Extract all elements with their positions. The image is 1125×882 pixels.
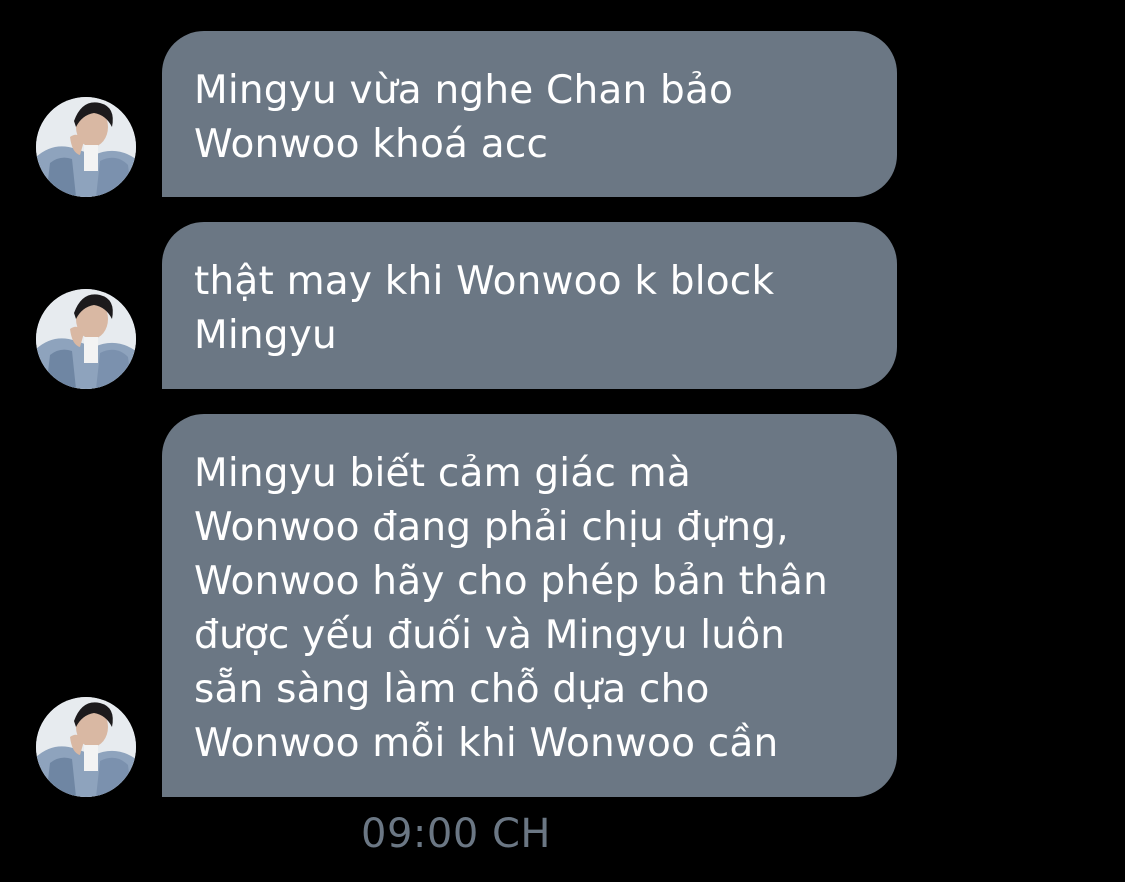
avatar[interactable] — [36, 289, 136, 389]
message-bubble[interactable]: Mingyu vừa nghe Chan bảo Wonwoo khoá acc — [162, 31, 897, 197]
message-line: Wonwoo khoá acc — [194, 122, 549, 167]
message-bubble[interactable]: thật may khi Wonwoo k block Mingyu — [162, 222, 897, 389]
message-bubble[interactable]: Mingyu biết cảm giác mà Wonwoo đang phải… — [162, 414, 897, 797]
message-line: Wonwoo hãy cho phép bản thân — [194, 559, 828, 604]
message-line: Mingyu vừa nghe Chan bảo — [194, 68, 734, 113]
message-line: được yếu đuối và Mingyu luôn — [194, 613, 786, 658]
avatar-photo-icon — [36, 289, 136, 389]
message-timestamp: 09:00 CH — [361, 811, 551, 857]
message-line: sẵn sàng làm chỗ dựa cho — [194, 667, 710, 712]
message-line: Wonwoo đang phải chịu đựng, — [194, 505, 789, 550]
message-line: Wonwoo mỗi khi Wonwoo cần — [194, 721, 779, 766]
avatar[interactable] — [36, 697, 136, 797]
avatar[interactable] — [36, 97, 136, 197]
message-line: thật may khi Wonwoo k block — [194, 259, 775, 304]
avatar-photo-icon — [36, 697, 136, 797]
message-line: Mingyu — [194, 313, 337, 358]
avatar-photo-icon — [36, 97, 136, 197]
message-line: Mingyu biết cảm giác mà — [194, 451, 691, 496]
